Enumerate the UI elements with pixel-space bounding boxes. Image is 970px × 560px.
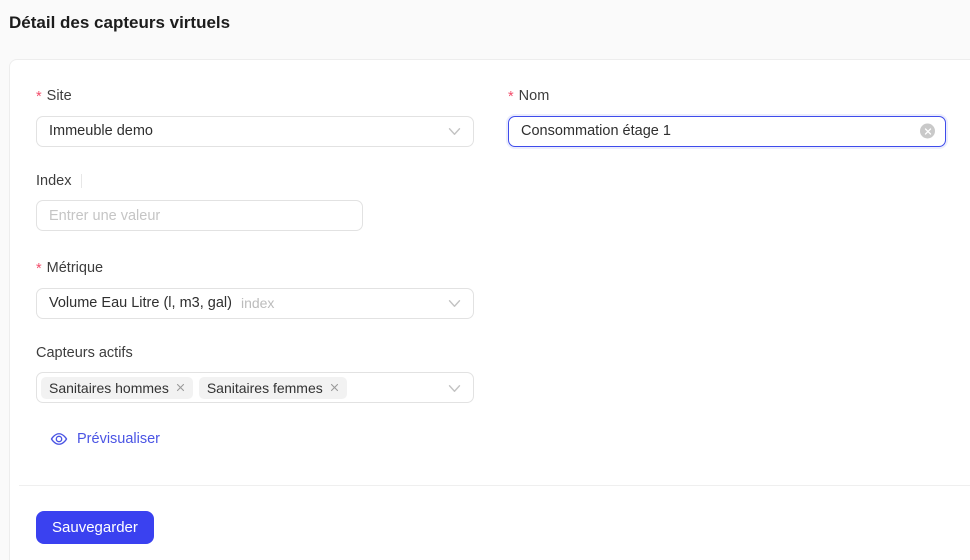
nom-field: Nom bbox=[508, 87, 946, 147]
nom-input-wrap bbox=[508, 116, 946, 147]
chevron-down-icon bbox=[448, 384, 461, 393]
metrique-select[interactable]: Volume Eau Litre (l, m3, gal) index bbox=[36, 288, 474, 319]
chevron-down-icon bbox=[448, 299, 461, 308]
index-label-text: Index bbox=[36, 173, 71, 189]
metrique-select-suffix: index bbox=[241, 295, 274, 311]
metrique-label-text: Métrique bbox=[47, 260, 103, 276]
index-label-divider bbox=[81, 174, 82, 188]
chevron-down-icon bbox=[448, 127, 461, 136]
nom-input[interactable] bbox=[508, 116, 946, 147]
site-select-value: Immeuble demo bbox=[49, 123, 153, 139]
capteurs-actifs-label-text: Capteurs actifs bbox=[36, 345, 133, 361]
eye-icon bbox=[50, 432, 68, 446]
metrique-select-value: Volume Eau Litre (l, m3, gal) bbox=[49, 295, 232, 311]
save-button[interactable]: Sauvegarder bbox=[36, 511, 154, 544]
preview-link-label: Prévisualiser bbox=[77, 431, 160, 447]
preview-link[interactable]: Prévisualiser bbox=[50, 431, 160, 447]
index-input-wrap bbox=[36, 200, 363, 231]
capteurs-actifs-select[interactable]: Sanitaires hommes Sanitaires femmes bbox=[36, 372, 474, 403]
section-divider bbox=[19, 485, 970, 486]
site-label-text: Site bbox=[47, 88, 72, 104]
tag-remove-icon[interactable] bbox=[330, 383, 339, 392]
index-label: Index bbox=[36, 173, 363, 189]
index-field: Index bbox=[36, 173, 363, 231]
detail-card: Site Immeuble demo Nom Index bbox=[9, 59, 970, 560]
sensor-tag: Sanitaires femmes bbox=[199, 377, 347, 399]
metrique-label: Métrique bbox=[36, 259, 474, 277]
capteurs-actifs-field: Capteurs actifs Sanitaires hommesSanitai… bbox=[36, 345, 474, 403]
clear-icon[interactable] bbox=[920, 124, 935, 139]
index-input[interactable] bbox=[36, 200, 363, 231]
nom-label-text: Nom bbox=[519, 88, 550, 104]
metrique-field: Métrique Volume Eau Litre (l, m3, gal) i… bbox=[36, 259, 474, 319]
sensor-tag: Sanitaires hommes bbox=[41, 377, 193, 399]
site-field: Site Immeuble demo bbox=[36, 87, 474, 147]
site-select[interactable]: Immeuble demo bbox=[36, 116, 474, 147]
site-label: Site bbox=[36, 87, 474, 105]
tag-remove-icon[interactable] bbox=[176, 383, 185, 392]
page-title: Détail des capteurs virtuels bbox=[9, 13, 230, 33]
sensor-tag-label: Sanitaires hommes bbox=[49, 379, 169, 397]
nom-label: Nom bbox=[508, 87, 946, 105]
capteurs-actifs-label: Capteurs actifs bbox=[36, 345, 474, 361]
sensor-tag-label: Sanitaires femmes bbox=[207, 379, 323, 397]
